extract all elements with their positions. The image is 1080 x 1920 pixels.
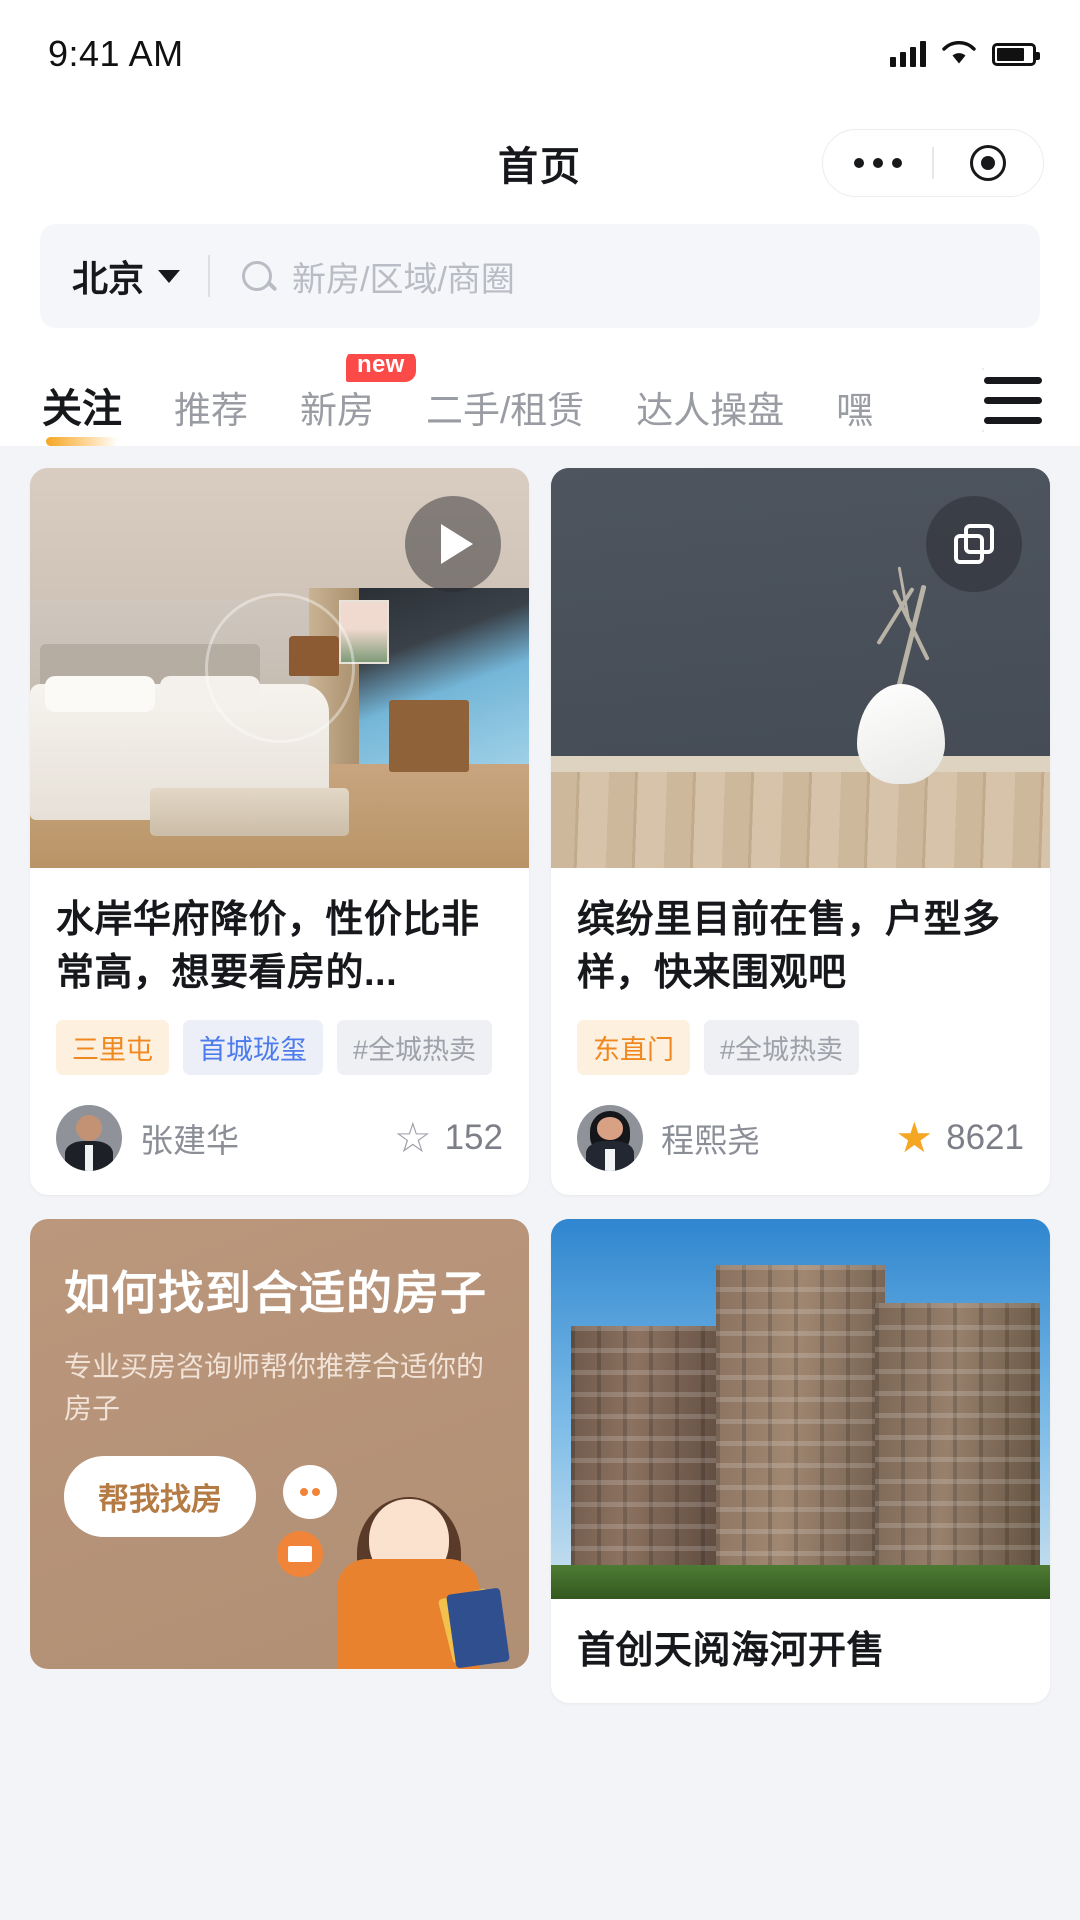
promo-title: 如何找到合适的房子 [64, 1267, 487, 1320]
tag-location[interactable]: 东直门 [577, 1020, 690, 1076]
card-footer: 张建华 ☆ 152 [56, 1105, 503, 1172]
hamburger-menu-icon[interactable] [976, 370, 1050, 430]
status-icons [890, 41, 1040, 67]
card-bedroom[interactable]: 水岸华府降价，性价比非常高，想要看房的... 三里屯 首城珑玺 #全城热卖 张建… [30, 468, 529, 1196]
search-icon [242, 261, 273, 291]
page-title: 首页 [498, 145, 582, 189]
wifi-icon [942, 41, 976, 64]
avatar [56, 1105, 122, 1172]
city-selector[interactable]: 北京 [72, 250, 208, 302]
more-dots-icon [853, 158, 902, 168]
tab-label: 新房 [300, 390, 374, 431]
star-filled-icon: ★ [895, 1114, 934, 1162]
card-footer: 程熙尧 ★ 8621 [577, 1105, 1024, 1172]
star-outline-icon: ☆ [393, 1114, 432, 1162]
signal-bars-icon [890, 41, 926, 67]
author[interactable]: 张建华 [56, 1105, 239, 1172]
card-tags: 三里屯 首城珑玺 #全城热卖 [56, 1020, 503, 1076]
category-tabs: 关注 推荐 new 新房 二手/租赁 达人操盘 嘿 [0, 354, 1080, 446]
card-body: 水岸华府降价，性价比非常高，想要看房的... 三里屯 首城珑玺 #全城热卖 张建… [30, 868, 529, 1195]
card-body: 首创天阅海河开售 [551, 1599, 1050, 1702]
like-count: 8621 [946, 1118, 1024, 1158]
search-section: 北京 新房/区域/商圈 [0, 218, 1080, 354]
content-feed: 水岸华府降价，性价比非常高，想要看房的... 三里屯 首城珑玺 #全城热卖 张建… [0, 446, 1080, 1703]
tab-tuijian[interactable]: 推荐 [174, 380, 248, 446]
city-label: 北京 [72, 258, 145, 299]
tab-label: 推荐 [174, 390, 248, 431]
card-image [551, 1219, 1050, 1600]
search-input[interactable]: 新房/区域/商圈 [210, 252, 1008, 301]
active-tab-underline [46, 437, 118, 446]
mail-bubble-icon [277, 1531, 323, 1578]
tab-ershou-zulin[interactable]: 二手/租赁 [426, 380, 584, 446]
author-name: 程熙尧 [661, 1122, 760, 1160]
tab-xinfang[interactable]: new 新房 [300, 354, 416, 446]
tab-label: 达人操盘 [636, 390, 785, 431]
tab-label: 嘿 [836, 390, 874, 431]
status-time: 9:41 AM [48, 33, 184, 74]
tag-topic[interactable]: #全城热卖 [704, 1020, 860, 1076]
avatar [577, 1105, 643, 1172]
card-title: 缤纷里目前在售，户型多样，快来围观吧 [577, 899, 1001, 995]
status-bar: 9:41 AM [0, 0, 1080, 108]
tag-location[interactable]: 三里屯 [56, 1020, 169, 1076]
tab-label: 二手/租赁 [426, 390, 585, 431]
tab-guanzhu[interactable]: 关注 [42, 376, 122, 446]
play-icon[interactable] [405, 496, 501, 592]
search-placeholder: 新房/区域/商圈 [292, 260, 515, 299]
tag-topic[interactable]: #全城热卖 [337, 1020, 493, 1076]
miniprogram-capsule[interactable] [822, 129, 1044, 197]
app-header: 首页 [0, 108, 1080, 218]
feed-column-right: 缤纷里目前在售，户型多样，快来围观吧 东直门 #全城热卖 程熙尧 ★ 8621 [551, 468, 1050, 1703]
close-miniprogram-button[interactable] [934, 145, 1043, 181]
card-title: 首创天阅海河开售 [577, 1630, 886, 1673]
like-count: 152 [444, 1118, 503, 1158]
feed-column-left: 水岸华府降价，性价比非常高，想要看房的... 三里屯 首城珑玺 #全城热卖 张建… [30, 468, 529, 1703]
tag-project[interactable]: 首城珑玺 [183, 1020, 323, 1076]
search-bar[interactable]: 北京 新房/区域/商圈 [40, 224, 1040, 328]
tabs-scroller[interactable]: 关注 推荐 new 新房 二手/租赁 达人操盘 嘿 [0, 354, 1080, 446]
consultant-illustration [277, 1419, 519, 1670]
like-button[interactable]: ★ 8621 [895, 1117, 1024, 1159]
tab-label: 关注 [42, 387, 122, 431]
card-vase[interactable]: 缤纷里目前在售，户型多样，快来围观吧 东直门 #全城热卖 程熙尧 ★ 8621 [551, 468, 1050, 1196]
card-building[interactable]: 首创天阅海河开售 [551, 1219, 1050, 1703]
card-tags: 东直门 #全城热卖 [577, 1020, 1024, 1076]
promo-subtitle: 专业买房咨询师帮你推荐合适你的房子 [64, 1351, 485, 1425]
like-button[interactable]: ☆ 152 [394, 1117, 503, 1159]
card-image [30, 468, 529, 868]
card-image [551, 468, 1050, 868]
author[interactable]: 程熙尧 [577, 1105, 760, 1172]
tab-partial[interactable]: 嘿 [836, 380, 873, 446]
chevron-down-icon [158, 269, 181, 283]
new-badge: new [346, 354, 416, 383]
card-promo[interactable]: 如何找到合适的房子 专业买房咨询师帮你推荐合适你的房子 帮我找房 [30, 1219, 529, 1670]
tab-daren-caopan[interactable]: 达人操盘 [636, 380, 784, 446]
card-title: 水岸华府降价，性价比非常高，想要看房的... [56, 899, 480, 995]
target-circle-icon [970, 145, 1007, 181]
more-menu-button[interactable] [823, 158, 932, 168]
card-body: 缤纷里目前在售，户型多样，快来围观吧 东直门 #全城热卖 程熙尧 ★ 8621 [551, 868, 1050, 1195]
image-stack-icon[interactable] [926, 496, 1022, 592]
chat-bubble-icon [283, 1465, 337, 1520]
battery-icon [992, 42, 1040, 66]
author-name: 张建华 [140, 1122, 239, 1160]
find-house-button[interactable]: 帮我找房 [64, 1456, 256, 1538]
